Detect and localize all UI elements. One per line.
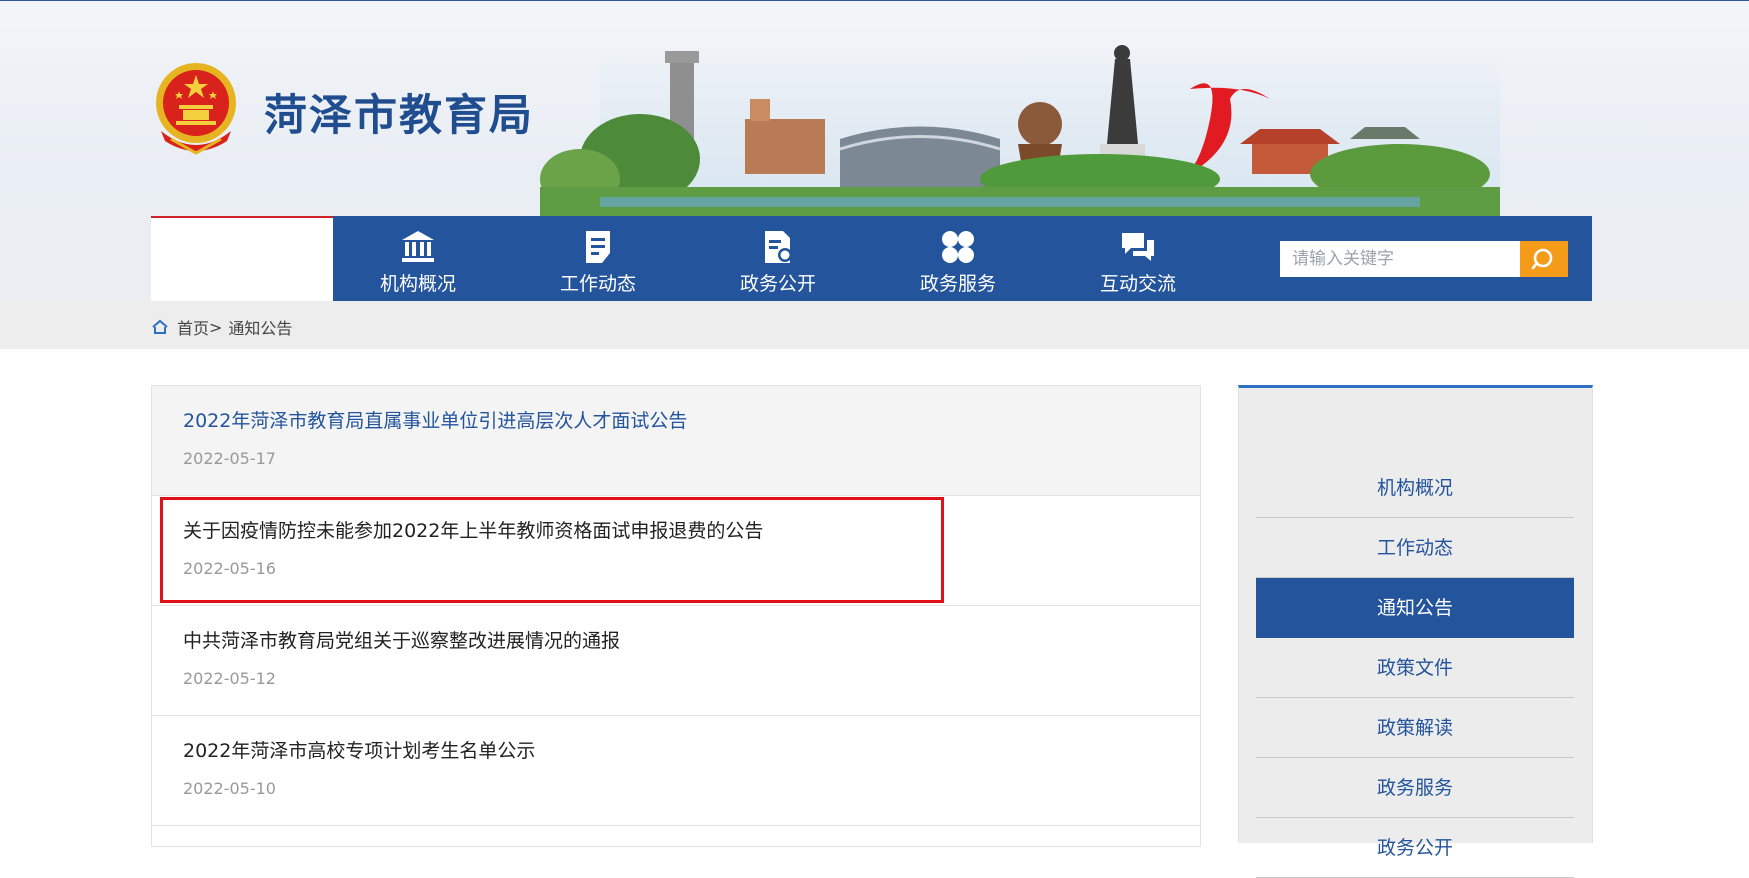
notice-title-link[interactable]: 中共菏泽市教育局党组关于巡察整改进展情况的通报 (183, 626, 620, 653)
nav-label: 互动交流 (1099, 273, 1176, 295)
nav-item-gov-affairs-open[interactable]: 政务公开 (703, 216, 853, 301)
notice-date: 2022-05-17 (183, 449, 276, 468)
nav-item-gov-services[interactable]: 政务服务 (883, 216, 1033, 301)
notice-date: 2022-05-12 (183, 669, 276, 688)
nav-spacer (151, 216, 333, 301)
sidebar-item-policy-interpretation[interactable]: 政策解读 (1256, 698, 1574, 758)
nav-item-work-news[interactable]: 工作动态 (523, 216, 673, 301)
file-search-icon (765, 231, 792, 263)
notice-date: 2022-05-16 (183, 559, 276, 578)
breadcrumb-home-link[interactable]: 首页 (177, 315, 209, 339)
sidebar-menu: 机构概况 工作动态 通知公告 政策文件 政策解读 政务服务 政务公开 (1256, 458, 1574, 878)
search-button[interactable] (1520, 241, 1568, 277)
notice-title-link[interactable]: 关于因疫情防控未能参加2022年上半年教师资格面试申报退费的公告 (183, 516, 763, 543)
list-item: 2022年菏泽市高校专项计划考生名单公示 2022-05-10 (152, 716, 1200, 826)
chat-icon (1122, 233, 1154, 261)
list-item (152, 826, 1200, 846)
nav-label: 工作动态 (559, 273, 636, 295)
city-landmark-banner (540, 45, 1500, 219)
notice-title-link[interactable]: 2022年菏泽市教育局直属事业单位引进高层次人才面试公告 (183, 406, 687, 433)
sidebar-item-institution[interactable]: 机构概况 (1256, 458, 1574, 518)
notice-title-link[interactable]: 2022年菏泽市高校专项计划考生名单公示 (183, 736, 535, 763)
sidebar-item-work-news[interactable]: 工作动态 (1256, 518, 1574, 578)
sidebar-item-policy-docs[interactable]: 政策文件 (1256, 638, 1574, 698)
search-icon (1531, 248, 1553, 270)
sidebar-item-notices[interactable]: 通知公告 (1256, 578, 1574, 638)
nav-label: 政务公开 (739, 273, 816, 295)
search-input[interactable] (1280, 241, 1520, 277)
document-icon (586, 231, 610, 263)
nav-item-institution[interactable]: 机构概况 (343, 216, 493, 301)
list-item: 关于因疫情防控未能参加2022年上半年教师资格面试申报退费的公告 2022-05… (152, 496, 1200, 606)
home-icon (152, 319, 168, 334)
site-title: 菏泽市教育局 (264, 91, 534, 141)
sidebar: 机构概况 工作动态 通知公告 政策文件 政策解读 政务服务 政务公开 (1238, 385, 1593, 878)
breadcrumb-separator: > (209, 317, 223, 337)
notice-list: 2022年菏泽市教育局直属事业单位引进高层次人才面试公告 2022-05-17 … (151, 385, 1201, 847)
breadcrumb: 首页 > 通知公告 (151, 315, 292, 339)
list-item: 中共菏泽市教育局党组关于巡察整改进展情况的通报 2022-05-12 (152, 606, 1200, 716)
list-item: 2022年菏泽市教育局直属事业单位引进高层次人才面试公告 2022-05-17 (152, 386, 1200, 496)
institution-icon (402, 231, 434, 262)
nav-label: 政务服务 (919, 273, 996, 295)
national-emblem-icon (156, 63, 236, 155)
sidebar-item-gov-affairs-open[interactable]: 政务公开 (1256, 818, 1574, 878)
sidebar-item-gov-services[interactable]: 政务服务 (1256, 758, 1574, 818)
nav-label: 机构概况 (379, 273, 456, 295)
notice-date: 2022-05-10 (183, 779, 276, 798)
clover-icon (942, 231, 974, 263)
nav-item-interaction[interactable]: 互动交流 (1063, 216, 1213, 301)
breadcrumb-current: 通知公告 (228, 319, 293, 338)
